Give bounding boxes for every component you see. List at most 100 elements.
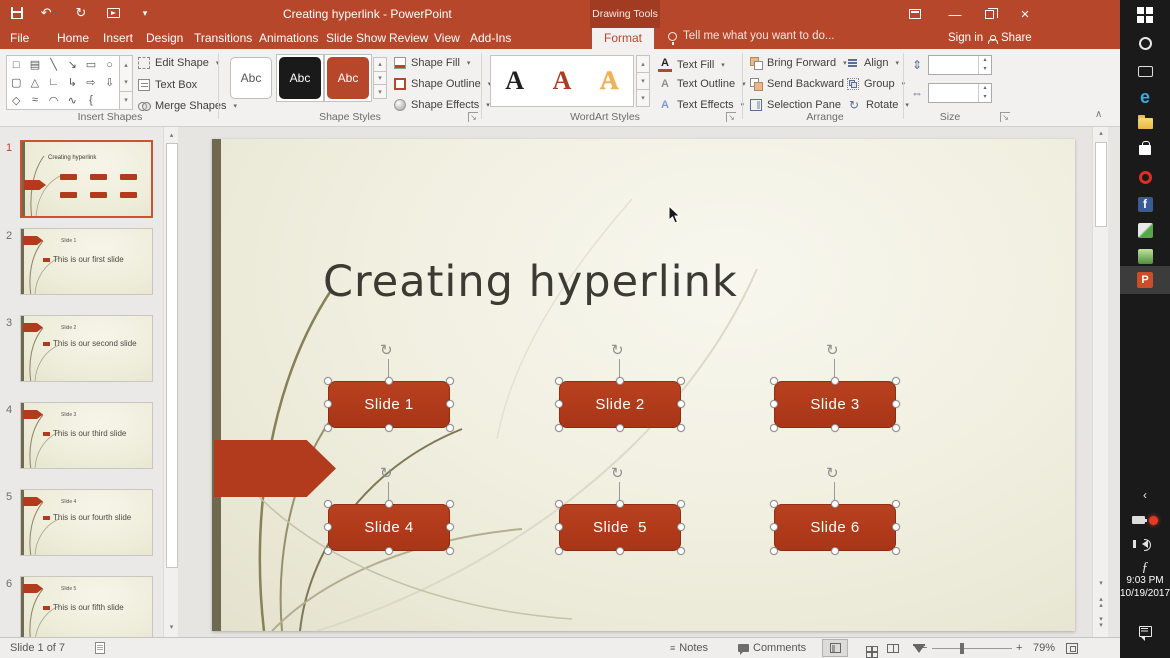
next-slide-button[interactable]: ▾▾ <box>1094 617 1108 629</box>
width-steppers[interactable]: ▴▾ <box>978 84 991 102</box>
restore-button[interactable] <box>972 0 1006 28</box>
selection-handle-sw[interactable] <box>324 424 332 432</box>
size-dialog-launcher[interactable]: ↘ <box>1000 112 1010 122</box>
shape-fill-button[interactable]: Shape Fill▾ <box>394 57 470 69</box>
selection-handle-nw[interactable] <box>770 377 778 385</box>
status-doc-icon[interactable] <box>95 638 105 658</box>
styles-up-icon[interactable]: ▴ <box>373 57 387 72</box>
fit-to-window-button[interactable] <box>1066 638 1078 658</box>
collapse-ribbon-button[interactable]: ∧ <box>1095 109 1102 120</box>
shape-gallery-item[interactable]: ▤ <box>26 56 45 74</box>
align-button[interactable]: Align▾ <box>847 57 899 69</box>
battery-status[interactable] <box>1120 507 1170 533</box>
shape-gallery-item[interactable]: ⇩ <box>100 74 119 92</box>
height-steppers[interactable]: ▴▾ <box>978 56 991 74</box>
show-hidden-icons-button[interactable]: ‹ <box>1120 482 1170 508</box>
selection-handle-ne[interactable] <box>446 377 454 385</box>
text-effects-button[interactable]: A Text Effects▾ <box>658 99 744 111</box>
cortana-button[interactable] <box>1120 30 1170 56</box>
tab-transitions[interactable]: Transitions <box>194 28 252 49</box>
wordart-down-icon[interactable]: ▾ <box>636 73 650 90</box>
edit-shape-button[interactable]: Edit Shape▾ <box>138 57 219 69</box>
text-box-button[interactable]: Text Box <box>138 79 197 91</box>
notes-button[interactable]: ≡ Notes <box>670 638 708 658</box>
shape-gallery-item[interactable] <box>100 91 119 109</box>
previous-slide-button[interactable]: ▴▴ <box>1094 597 1108 609</box>
selection-handle-n[interactable] <box>831 377 839 385</box>
styles-down-icon[interactable]: ▾ <box>373 72 387 86</box>
selection-handle-nw[interactable] <box>324 500 332 508</box>
start-button[interactable] <box>1120 2 1170 28</box>
text-fill-button[interactable]: A Text Fill▾ <box>658 57 725 72</box>
customize-qat-button[interactable]: ▾ <box>136 4 154 22</box>
rotation-handle-icon[interactable]: ↻ <box>611 341 624 359</box>
tab-home[interactable]: Home <box>57 28 89 49</box>
selection-handle-se[interactable] <box>892 424 900 432</box>
minimize-button[interactable]: — <box>938 0 972 28</box>
selection-handle-ne[interactable] <box>677 377 685 385</box>
shape-gallery[interactable]: □ ▤ ╲ ↘ ▭ ○ ▢ △ ∟ ↳ ⇨ ⇩ ◇ ≈ ◠ ∿ { <box>6 55 120 110</box>
shape-effects-button[interactable]: Shape Effects▾ <box>394 99 490 111</box>
gallery-more-icon[interactable]: ▾ <box>120 91 132 109</box>
selection-handle-sw[interactable] <box>770 424 778 432</box>
shape-gallery-item[interactable]: ◠ <box>44 91 63 109</box>
wordart-dialog-launcher[interactable]: ↘ <box>726 112 736 122</box>
file-explorer-button[interactable] <box>1120 110 1170 136</box>
tab-file[interactable]: File <box>10 28 29 49</box>
panel-scroll-thumb[interactable] <box>166 143 178 568</box>
shape-gallery-item[interactable]: ≈ <box>26 91 45 109</box>
canvas-scroll-up-icon[interactable]: ▴ <box>1094 129 1108 137</box>
tab-slide-show[interactable]: Slide Show <box>326 28 386 49</box>
wordart-swatch-1[interactable]: A <box>505 66 524 96</box>
bring-forward-button[interactable]: Bring Forward▾ <box>750 57 847 69</box>
selection-handle-nw[interactable] <box>324 377 332 385</box>
tab-design[interactable]: Design <box>146 28 183 49</box>
shape-gallery-item[interactable]: ⇨ <box>82 74 101 92</box>
tab-format-active[interactable]: Format <box>592 28 654 49</box>
undo-button[interactable]: ↶▾ <box>40 4 58 22</box>
selection-handle-se[interactable] <box>446 424 454 432</box>
shape-gallery-item[interactable]: ↘ <box>63 56 82 74</box>
zoom-in-button[interactable]: + <box>1016 638 1022 658</box>
store-button[interactable] <box>1120 137 1170 163</box>
selection-handle-e[interactable] <box>892 400 900 408</box>
slide-title-text[interactable]: Creating hyperlink <box>323 257 738 307</box>
canvas-scroll-thumb[interactable] <box>1095 142 1107 227</box>
selection-handle-sw[interactable] <box>770 547 778 555</box>
slide-shape-1[interactable]: ↻ Slide 1 <box>328 381 450 428</box>
shape-gallery-item[interactable]: ∿ <box>63 91 82 109</box>
slide-shape-4[interactable]: ↻ Slide 4 <box>328 504 450 551</box>
zoom-level[interactable]: 79% <box>1033 638 1055 658</box>
selection-handle-w[interactable] <box>770 523 778 531</box>
tab-insert[interactable]: Insert <box>103 28 133 49</box>
save-button[interactable] <box>8 4 26 22</box>
selection-handle-n[interactable] <box>616 377 624 385</box>
selection-handle-sw[interactable] <box>555 547 563 555</box>
powerpoint-taskbar-button[interactable]: P <box>1120 266 1170 294</box>
share-button[interactable]: Share <box>988 28 1032 49</box>
zoom-slider-track[interactable] <box>932 648 1012 649</box>
pinned-app-button-1[interactable] <box>1120 217 1170 243</box>
group-button[interactable]: Group▾ <box>847 78 905 90</box>
wordart-swatch-3[interactable]: A <box>600 66 619 96</box>
selection-handle-e[interactable] <box>892 523 900 531</box>
selection-handle-sw[interactable] <box>324 547 332 555</box>
selection-handle-w[interactable] <box>555 523 563 531</box>
selection-handle-ne[interactable] <box>892 500 900 508</box>
gallery-scroll-down-icon[interactable]: ▾ <box>120 73 132 90</box>
selection-handle-n[interactable] <box>616 500 624 508</box>
selection-handle-w[interactable] <box>770 400 778 408</box>
shape-gallery-item[interactable]: { <box>82 91 101 109</box>
shape-gallery-item[interactable]: △ <box>26 74 45 92</box>
shape-gallery-item[interactable]: ○ <box>100 56 119 74</box>
shape-gallery-item[interactable]: ▭ <box>82 56 101 74</box>
shape-outline-button[interactable]: Shape Outline▾ <box>394 78 491 90</box>
shape-style-swatch-2[interactable]: Abc <box>276 54 324 102</box>
selection-handle-w[interactable] <box>555 400 563 408</box>
styles-more-icon[interactable]: ▾ <box>373 85 387 99</box>
selection-handle-n[interactable] <box>385 500 393 508</box>
tab-view[interactable]: View <box>434 28 460 49</box>
slide-1-editing-surface[interactable]: Creating hyperlink ↻ Slide 1 ↻ Slide 2 ↻… <box>212 139 1075 631</box>
selection-handle-w[interactable] <box>324 400 332 408</box>
selection-handle-s[interactable] <box>385 424 393 432</box>
